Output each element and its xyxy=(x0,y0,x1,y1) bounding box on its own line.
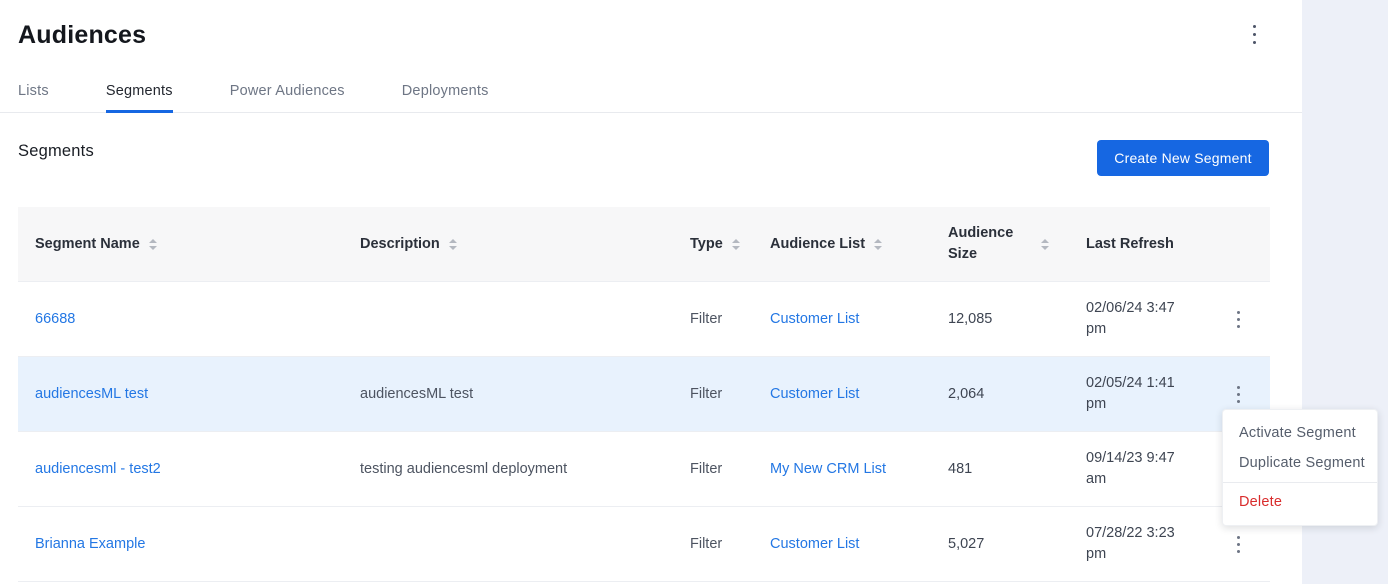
segment-name-cell: Brianna Example xyxy=(35,536,360,552)
kebab-icon xyxy=(1237,550,1240,553)
audience-size-cell: 5,027 xyxy=(948,536,1086,552)
tab-bar: Lists Segments Power Audiences Deploymen… xyxy=(0,70,1302,113)
description-cell: audiencesML test xyxy=(360,386,690,402)
kebab-icon xyxy=(1237,543,1240,546)
row-actions-context-menu: Activate Segment Duplicate Segment Delet… xyxy=(1222,409,1378,526)
column-header-label: Type xyxy=(690,236,723,252)
kebab-icon xyxy=(1253,25,1256,28)
audience-list-link[interactable]: Customer List xyxy=(770,386,859,402)
page-title: Audiences xyxy=(18,21,146,50)
column-header-label: Audience Size xyxy=(948,223,1032,265)
description-cell: testing audiencesml deployment xyxy=(360,461,690,477)
table-row-selected: audiencesML test audiencesML test Filter… xyxy=(18,357,1270,432)
column-header-type: Type xyxy=(690,236,770,252)
sort-icon[interactable] xyxy=(1041,239,1049,250)
segment-name-link[interactable]: audiencesML test xyxy=(35,386,148,402)
table-row: 66688 Filter Customer List 12,085 02/06/… xyxy=(18,282,1270,357)
column-header-label: Audience List xyxy=(770,236,865,252)
type-cell: Filter xyxy=(690,536,770,552)
segment-name-link[interactable]: Brianna Example xyxy=(35,536,145,552)
last-refresh-value: 09/14/23 9:47 am xyxy=(1086,448,1186,490)
column-header-label: Segment Name xyxy=(35,236,140,252)
actions-cell xyxy=(1220,307,1270,331)
sort-icon[interactable] xyxy=(874,239,882,250)
main-content-panel: Audiences Lists Segments Power Audiences… xyxy=(0,0,1302,584)
menu-divider xyxy=(1223,482,1377,483)
tab-deployments[interactable]: Deployments xyxy=(402,70,489,112)
last-refresh-cell: 07/28/22 3:23 pm xyxy=(1086,523,1220,565)
row-actions-menu-button[interactable] xyxy=(1228,532,1248,556)
segment-name-link[interactable]: 66688 xyxy=(35,311,75,327)
tab-power-audiences[interactable]: Power Audiences xyxy=(230,70,345,112)
audience-size-cell: 12,085 xyxy=(948,311,1086,327)
kebab-icon xyxy=(1253,33,1256,36)
menu-item-activate-segment[interactable]: Activate Segment xyxy=(1223,418,1377,448)
last-refresh-value: 02/05/24 1:41 pm xyxy=(1086,373,1186,415)
type-cell: Filter xyxy=(690,386,770,402)
table-row: Brianna Example Filter Customer List 5,0… xyxy=(18,507,1270,582)
audience-list-cell: Customer List xyxy=(770,536,948,552)
table-row: audiencesml - test2 testing audiencesml … xyxy=(18,432,1270,507)
column-header-label: Last Refresh xyxy=(1086,236,1174,252)
segment-name-cell: audiencesml - test2 xyxy=(35,461,360,477)
column-header-description: Description xyxy=(360,236,690,252)
create-new-segment-button[interactable]: Create New Segment xyxy=(1097,140,1269,176)
kebab-icon xyxy=(1237,393,1240,396)
column-header-last-refresh: Last Refresh xyxy=(1086,236,1220,252)
last-refresh-cell: 02/06/24 3:47 pm xyxy=(1086,298,1220,340)
audience-list-cell: My New CRM List xyxy=(770,461,948,477)
actions-cell xyxy=(1220,382,1270,406)
audience-size-cell: 481 xyxy=(948,461,1086,477)
menu-item-delete[interactable]: Delete xyxy=(1223,487,1377,517)
section-title: Segments xyxy=(18,142,94,161)
column-header-label: Description xyxy=(360,236,440,252)
audience-list-link[interactable]: Customer List xyxy=(770,311,859,327)
segment-name-link[interactable]: audiencesml - test2 xyxy=(35,461,161,477)
page-overflow-menu-button[interactable] xyxy=(1244,22,1264,46)
kebab-icon xyxy=(1237,318,1240,321)
sort-icon[interactable] xyxy=(732,239,740,250)
segment-name-cell: 66688 xyxy=(35,311,360,327)
audience-size-cell: 2,064 xyxy=(948,386,1086,402)
last-refresh-cell: 02/05/24 1:41 pm xyxy=(1086,373,1220,415)
sort-icon[interactable] xyxy=(149,239,157,250)
kebab-icon xyxy=(1237,325,1240,328)
audience-list-cell: Customer List xyxy=(770,386,948,402)
type-cell: Filter xyxy=(690,461,770,477)
row-actions-menu-button-open[interactable] xyxy=(1228,382,1248,406)
row-actions-menu-button[interactable] xyxy=(1228,307,1248,331)
last-refresh-value: 02/06/24 3:47 pm xyxy=(1086,298,1186,340)
actions-cell xyxy=(1220,532,1270,556)
audience-list-cell: Customer List xyxy=(770,311,948,327)
column-header-audience-size: Audience Size xyxy=(948,223,1086,265)
kebab-icon xyxy=(1237,536,1240,539)
kebab-icon xyxy=(1237,400,1240,403)
segments-table: Segment Name Description Type Audience L… xyxy=(18,207,1270,582)
last-refresh-cell: 09/14/23 9:47 am xyxy=(1086,448,1220,490)
menu-item-duplicate-segment[interactable]: Duplicate Segment xyxy=(1223,448,1377,478)
audience-list-link[interactable]: My New CRM List xyxy=(770,461,886,477)
segment-name-cell: audiencesML test xyxy=(35,386,360,402)
kebab-icon xyxy=(1253,41,1256,44)
kebab-icon xyxy=(1237,311,1240,314)
type-cell: Filter xyxy=(690,311,770,327)
sort-icon[interactable] xyxy=(449,239,457,250)
kebab-icon xyxy=(1237,386,1240,389)
tab-segments[interactable]: Segments xyxy=(106,70,173,112)
table-header-row: Segment Name Description Type Audience L… xyxy=(18,207,1270,282)
column-header-segment-name: Segment Name xyxy=(35,236,360,252)
audience-list-link[interactable]: Customer List xyxy=(770,536,859,552)
tab-lists[interactable]: Lists xyxy=(18,70,49,112)
last-refresh-value: 07/28/22 3:23 pm xyxy=(1086,523,1186,565)
column-header-audience-list: Audience List xyxy=(770,236,948,252)
